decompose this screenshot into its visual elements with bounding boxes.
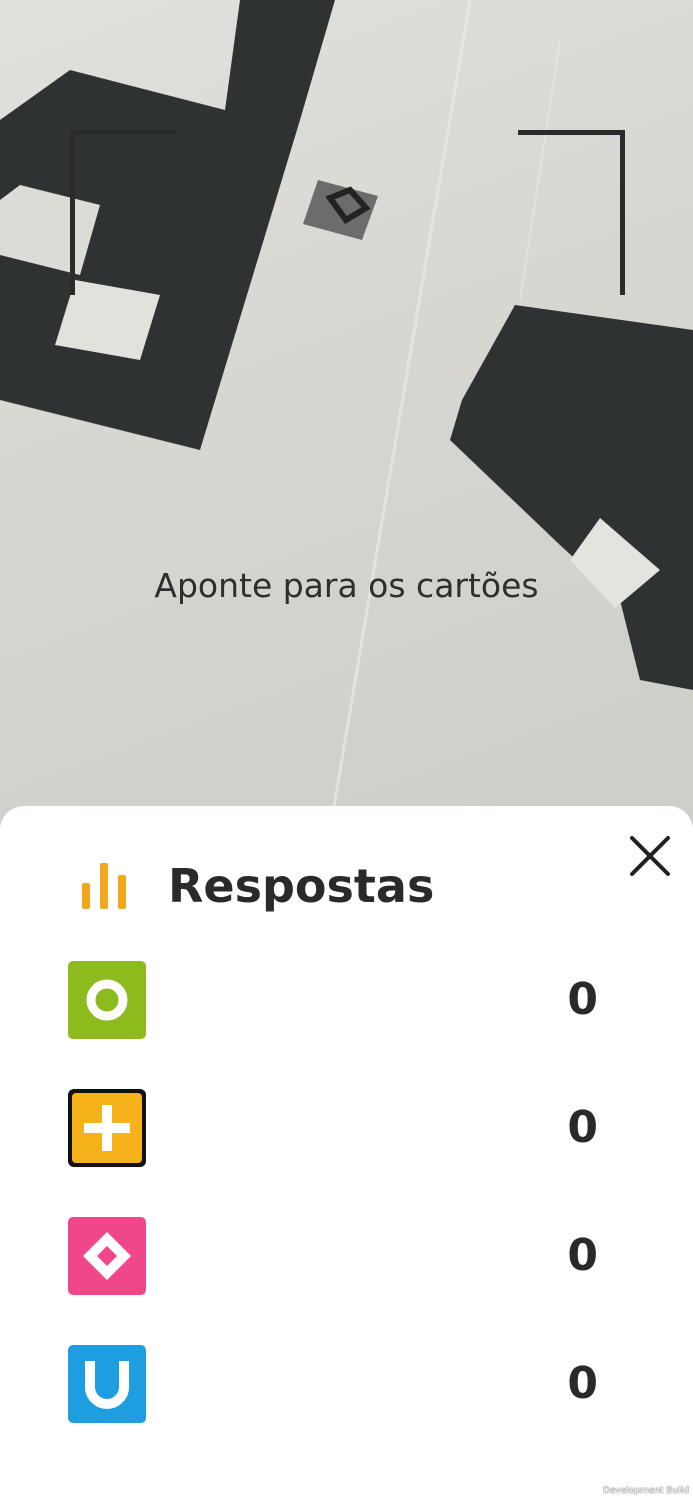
answer-row-circle: 0 bbox=[68, 961, 608, 1039]
camera-viewfinder: Aponte para os cartões bbox=[0, 0, 693, 830]
scan-frame-corner-left bbox=[70, 130, 177, 295]
close-button[interactable] bbox=[624, 830, 676, 882]
close-icon bbox=[630, 836, 670, 876]
answer-row-diamond: 0 bbox=[68, 1217, 608, 1295]
scan-frame-corner-right bbox=[518, 130, 625, 295]
answer-count: 0 bbox=[567, 1230, 598, 1281]
answer-count: 0 bbox=[567, 974, 598, 1025]
answer-count: 0 bbox=[567, 1358, 598, 1409]
answer-row-plus: 0 bbox=[68, 1089, 608, 1167]
diamond-card-icon bbox=[68, 1217, 146, 1295]
development-build-label: Development Build bbox=[602, 1486, 689, 1496]
answer-count: 0 bbox=[567, 1102, 598, 1153]
bar-chart-icon bbox=[82, 863, 126, 909]
camera-hint-text: Aponte para os cartões bbox=[154, 566, 539, 605]
circle-card-icon bbox=[68, 961, 146, 1039]
sheet-title: Respostas bbox=[168, 859, 435, 913]
camera-feed-image bbox=[0, 0, 693, 830]
answer-row-u: 0 bbox=[68, 1345, 608, 1423]
plus-card-icon bbox=[68, 1089, 146, 1167]
u-card-icon bbox=[68, 1345, 146, 1423]
answers-sheet: Respostas 0 0 0 0 bbox=[0, 806, 693, 1500]
sheet-header: Respostas bbox=[80, 854, 434, 918]
